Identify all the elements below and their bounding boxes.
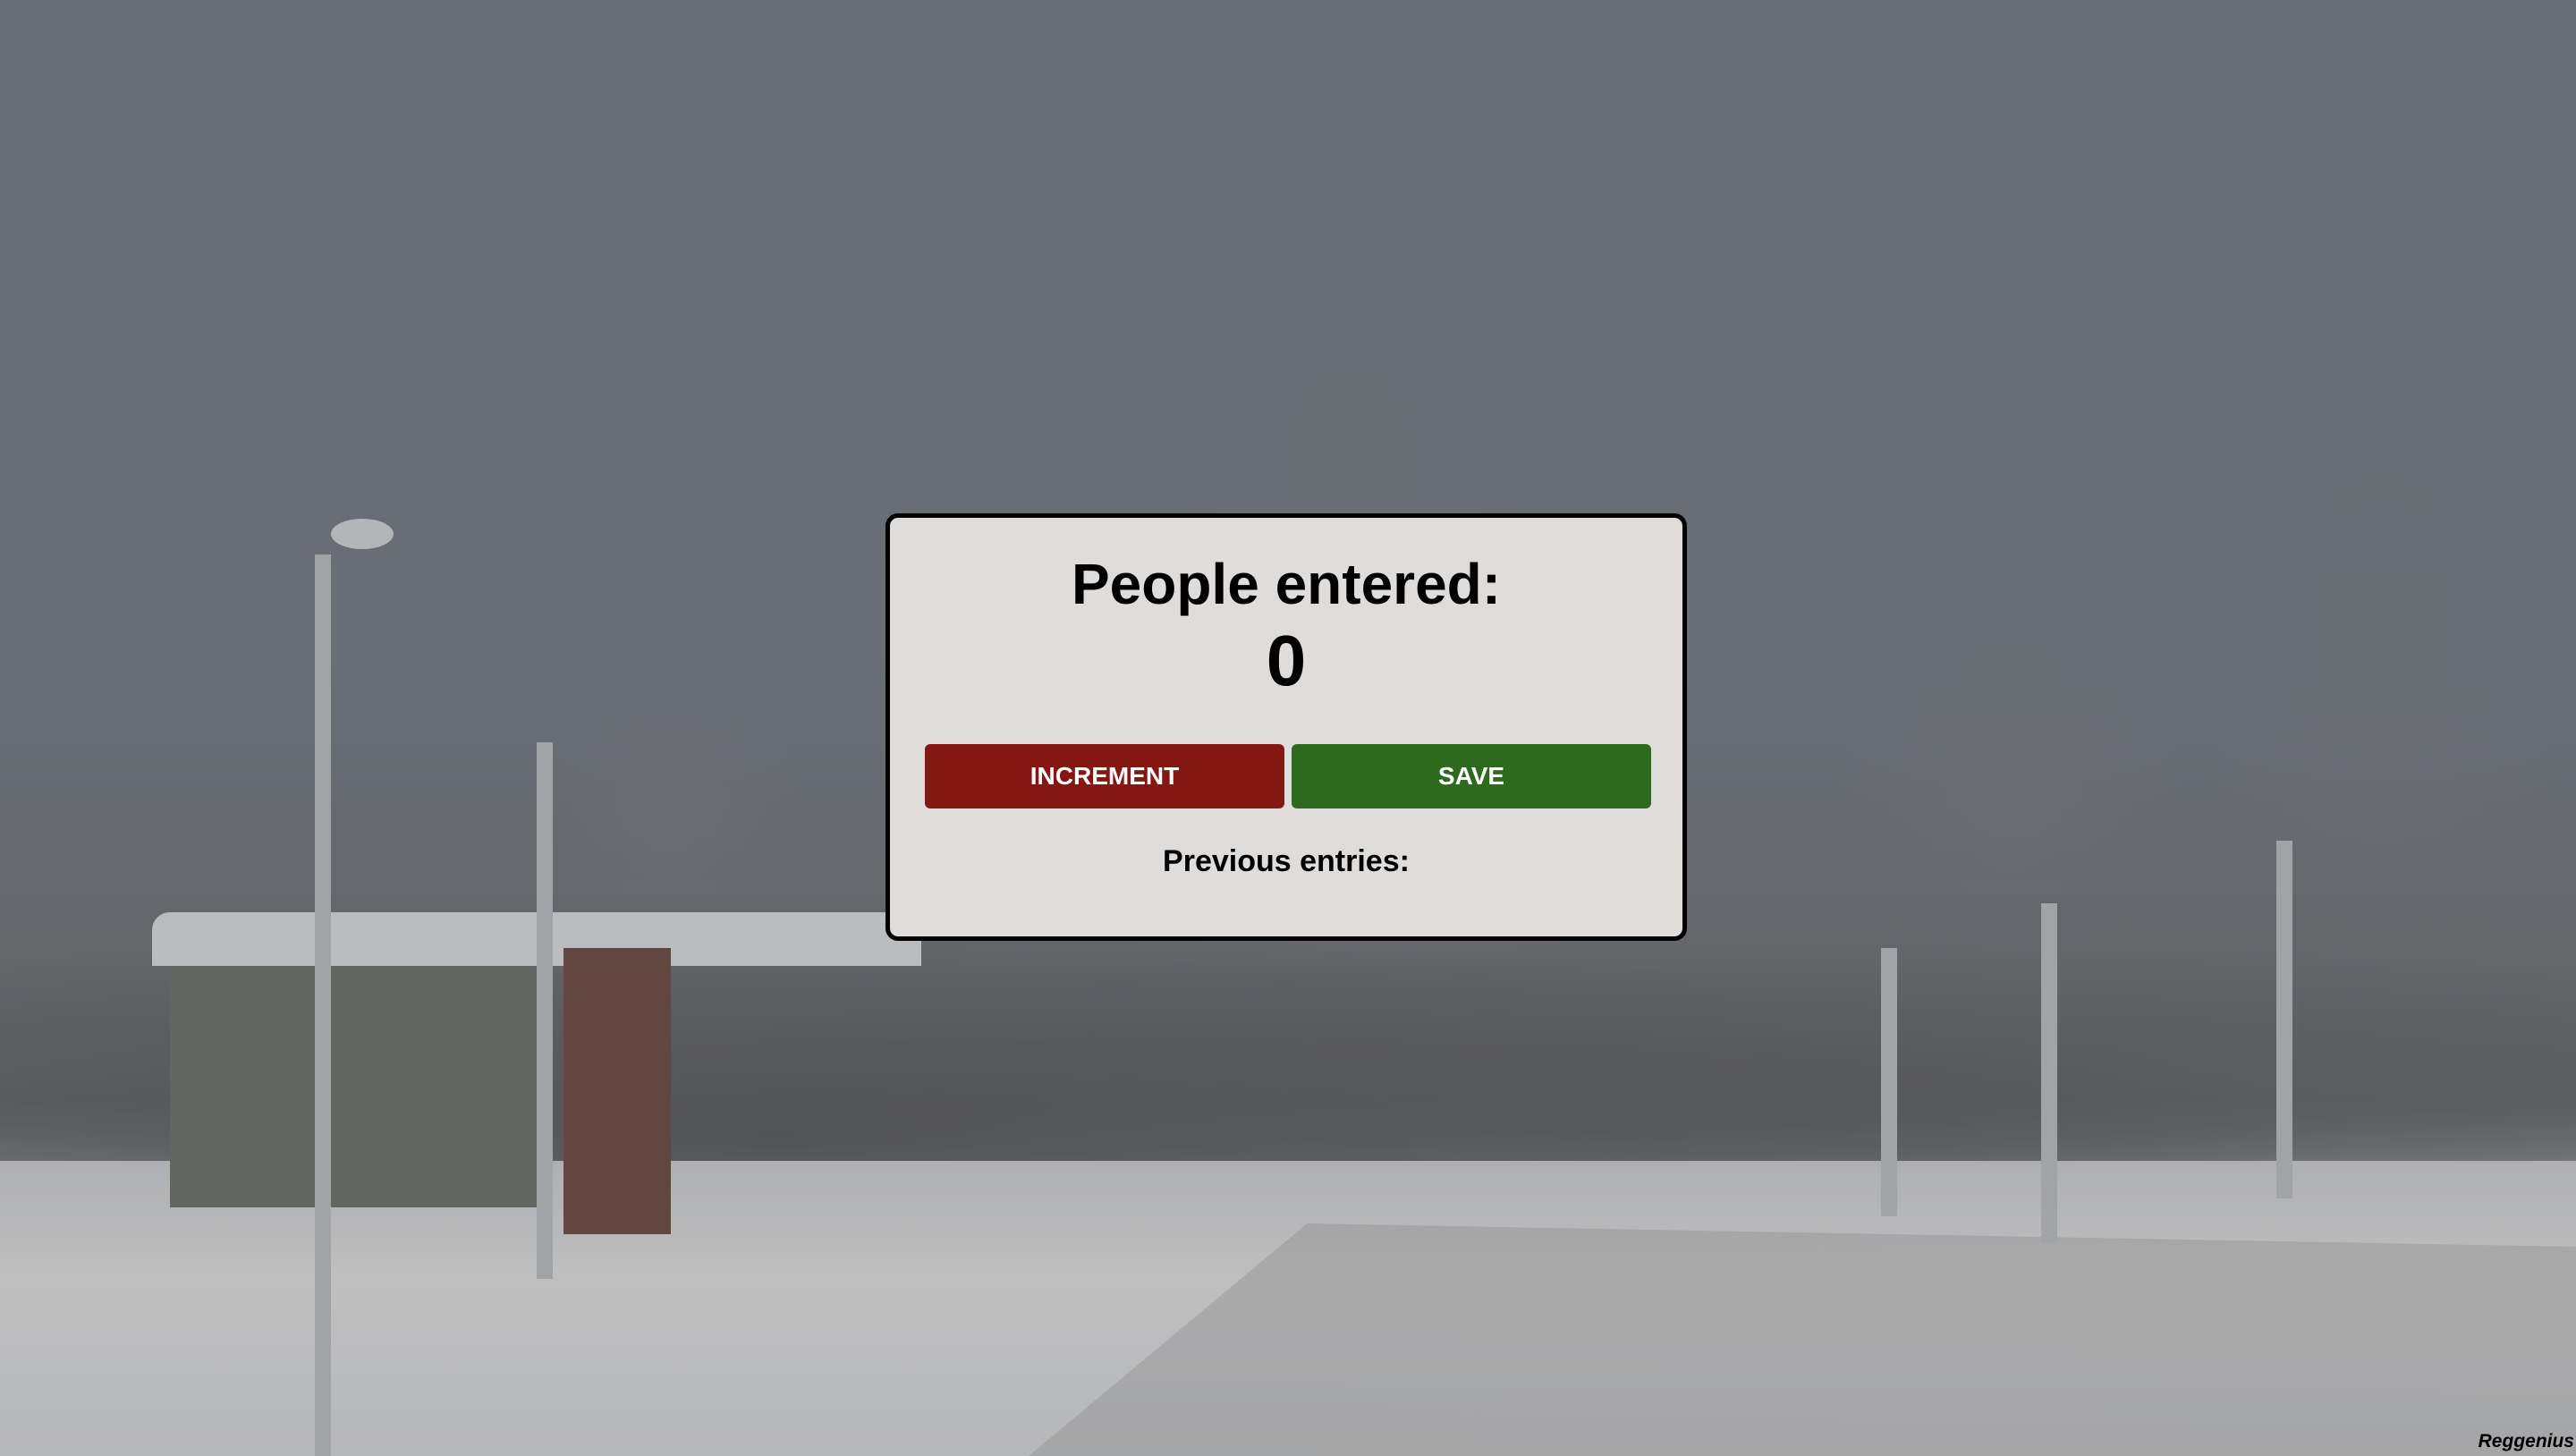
save-button[interactable]: SAVE — [1292, 744, 1651, 808]
people-entered-title: People entered: — [1071, 552, 1502, 616]
counter-dialog: People entered: 0 INCREMENT SAVE Previou… — [886, 513, 1687, 941]
author-credit: Reggenius — [2478, 1431, 2574, 1452]
increment-button[interactable]: INCREMENT — [925, 744, 1284, 808]
previous-entries-label: Previous entries: — [1163, 844, 1410, 878]
people-count: 0 — [1266, 621, 1307, 700]
